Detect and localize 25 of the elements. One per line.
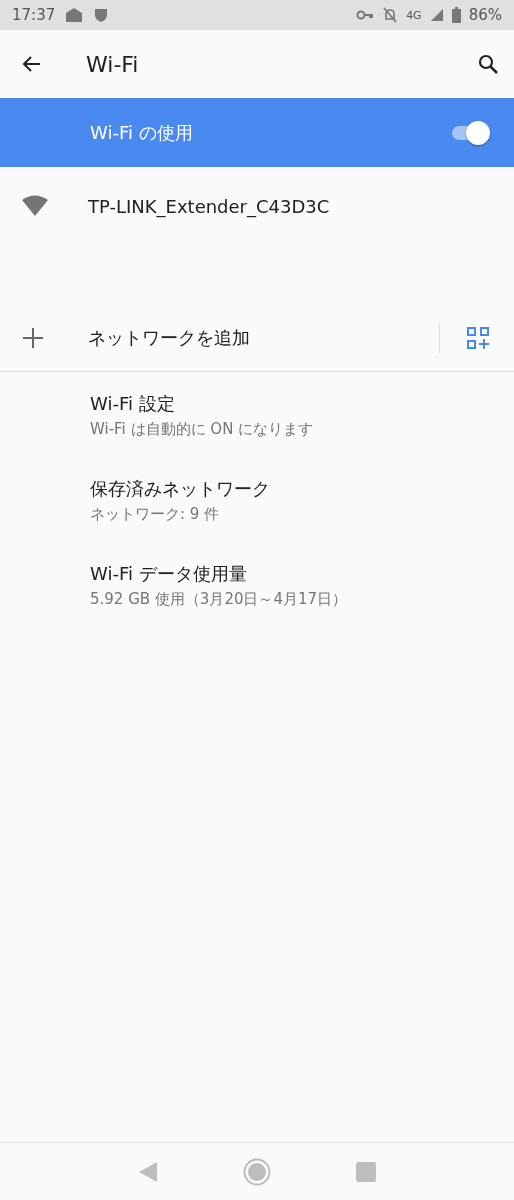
- shield-icon: [93, 7, 110, 23]
- recents-button[interactable]: [356, 1161, 377, 1182]
- status-time: 17:37: [12, 6, 56, 24]
- mute-icon: [382, 7, 399, 23]
- battery-icon: [451, 7, 461, 23]
- nav-back-button[interactable]: [137, 1160, 158, 1183]
- key-icon: [356, 9, 375, 21]
- add-network-label[interactable]: ネットワークを追加: [88, 326, 439, 350]
- network-name[interactable]: TP-LINK_Extender_C43D3C: [88, 195, 330, 217]
- setting-title[interactable]: 保存済みネットワーク: [90, 477, 514, 501]
- setting-summary: 5.92 GB 使用（3月20日～4月17日）: [90, 590, 349, 609]
- setting-summary: ネットワーク: 9 件: [90, 505, 221, 524]
- search-button[interactable]: [476, 52, 500, 76]
- battery-level: 86%: [468, 6, 502, 24]
- network-type: 4G: [406, 8, 422, 22]
- setting-title[interactable]: Wi-Fi データ使用量: [90, 562, 514, 586]
- setting-summary: Wi-Fi は自動的に ON になります: [90, 420, 315, 439]
- setting-title[interactable]: Wi-Fi 設定: [90, 392, 514, 416]
- plus-icon: [22, 327, 44, 349]
- qr-code-button[interactable]: [466, 326, 490, 350]
- home-button[interactable]: [243, 1157, 271, 1186]
- page-title: Wi-Fi: [86, 51, 140, 77]
- wifi-switch-label: Wi-Fi の使用: [90, 120, 194, 145]
- signal-icon: [429, 8, 444, 22]
- wifi-icon: [22, 195, 48, 217]
